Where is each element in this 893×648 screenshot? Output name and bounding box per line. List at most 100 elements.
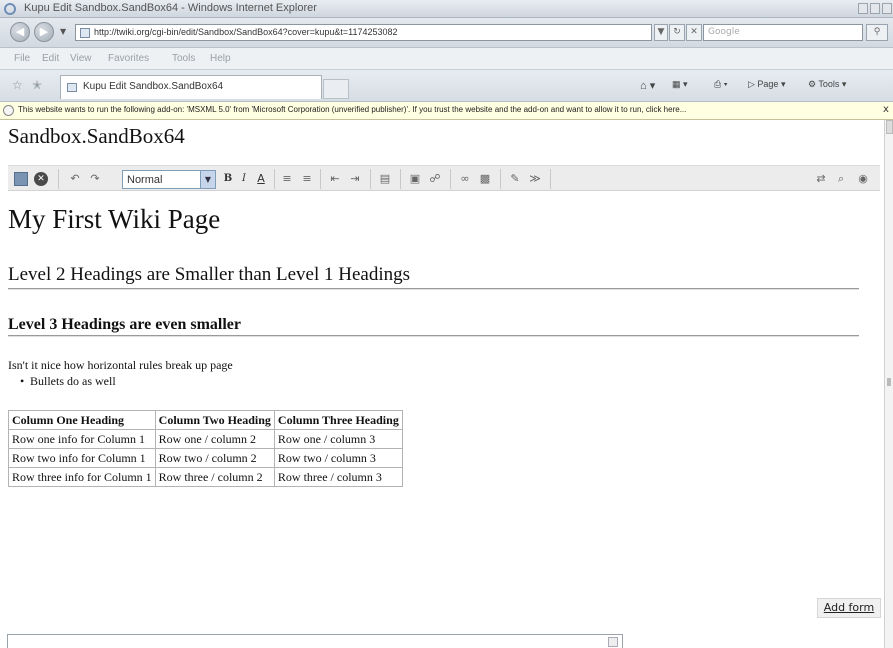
feeds-icon[interactable]: ▦ ▾ [672, 79, 688, 90]
cancel-icon[interactable]: ✕ [34, 172, 48, 186]
zoom-icon[interactable]: ⌕ [834, 172, 848, 186]
close-icon[interactable]: x [883, 104, 889, 115]
editor-area[interactable]: My First Wiki Page Level 2 Headings are … [8, 192, 880, 632]
forward-button[interactable]: ▶ [34, 22, 54, 42]
table-cell[interactable]: Row one info for Column 1 [8, 429, 156, 449]
window-title: Kupu Edit Sandbox.SandBox64 - Windows In… [24, 2, 317, 14]
search-button[interactable]: ⚲ [866, 24, 888, 41]
menu-help[interactable]: Help [210, 53, 231, 64]
column-header[interactable]: Column One Heading [8, 410, 156, 430]
insert-attachment-icon[interactable]: ☍ [428, 172, 442, 186]
insert-wikiword-icon[interactable]: ▩ [478, 172, 492, 186]
horizontal-rule [8, 288, 859, 290]
heading-level-2[interactable]: Level 2 Headings are Smaller than Level … [8, 264, 410, 286]
new-tab-button[interactable] [323, 79, 349, 99]
paragraph-style-value: Normal [127, 174, 163, 186]
add-favorite-icon[interactable]: ✭ [32, 78, 42, 92]
table-cell[interactable]: Row one / column 3 [273, 429, 403, 449]
paragraph-style-select[interactable]: Normal ▼ [122, 170, 216, 189]
information-bar[interactable]: This website wants to run the following … [0, 102, 893, 120]
home-icon[interactable]: ⌂ ▾ [640, 79, 655, 92]
toolbar-separator [370, 169, 371, 189]
tab-page-icon [67, 83, 77, 92]
table-row: Row one info for Column 1 Row one / colu… [8, 429, 403, 449]
field-resize-icon[interactable] [608, 637, 618, 647]
minimize-button[interactable] [858, 3, 868, 14]
scrollbar-thumb[interactable] [887, 378, 891, 386]
toolbar-separator [550, 169, 551, 189]
menu-file[interactable]: File [14, 53, 30, 64]
form-text-field[interactable] [7, 634, 623, 648]
table-cell[interactable]: Row two info for Column 1 [8, 448, 156, 468]
content-table[interactable]: Column One Heading Column Two Heading Co… [8, 410, 403, 487]
table-cell[interactable]: Row two / column 2 [154, 448, 275, 468]
table-row: Row three info for Column 1 Row three / … [8, 467, 403, 487]
numbered-list-icon[interactable]: ≡ [280, 172, 294, 186]
edit-source-icon[interactable]: ✎ [508, 172, 522, 186]
insert-image-icon[interactable]: ▣ [408, 172, 422, 186]
page-menu-button[interactable]: ▷ Page ▾ [748, 79, 785, 90]
search-input[interactable]: Google [703, 24, 863, 41]
stop-button[interactable]: ✕ [686, 24, 702, 41]
table-cell[interactable]: Row three / column 2 [154, 467, 275, 487]
horizontal-rule [8, 335, 859, 337]
address-bar[interactable]: http://twiki.org/cgi-bin/edit/Sandbox/Sa… [75, 24, 652, 41]
print-icon[interactable]: ⎙ ▾ [714, 79, 727, 90]
ie-logo-icon [4, 3, 16, 15]
refresh-button[interactable]: ↻ [669, 24, 685, 41]
undo-icon[interactable]: ↶ [68, 172, 82, 186]
indent-icon[interactable]: ⇥ [348, 172, 362, 186]
page-icon [80, 28, 90, 38]
help-icon[interactable]: ◉ [856, 172, 870, 186]
menu-view[interactable]: View [70, 53, 92, 64]
address-dropdown-button[interactable]: ▼ [654, 24, 668, 41]
insert-link-icon[interactable]: ∞ [458, 172, 472, 186]
bullet-item[interactable]: Bullets do as well [20, 374, 116, 389]
menu-tools[interactable]: Tools [172, 53, 195, 64]
column-header[interactable]: Column Two Heading [154, 410, 275, 430]
table-icon[interactable]: ▤ [378, 172, 392, 186]
maximize-button[interactable] [870, 3, 880, 14]
table-cell[interactable]: Row three info for Column 1 [8, 467, 156, 487]
vertical-scrollbar[interactable] [884, 120, 893, 648]
editor-toolbar: ✕ ↶ ↷ Normal ▼ B I A ≡ ≡ ⇤ ⇥ ▤ ▣ ☍ ∞ ▩ ✎… [8, 165, 880, 191]
table-cell[interactable]: Row two / column 3 [273, 448, 403, 468]
heading-level-3[interactable]: Level 3 Headings are even smaller [8, 316, 241, 334]
history-dropdown-icon[interactable]: ▼ [60, 27, 66, 36]
table-cell[interactable]: Row one / column 2 [154, 429, 275, 449]
toolbar-separator [500, 169, 501, 189]
menu-bar: File Edit View Favorites Tools Help [0, 48, 893, 70]
favorites-star-icon[interactable]: ☆ [12, 78, 23, 92]
chevron-down-icon[interactable]: ▼ [200, 171, 215, 188]
toolbar-separator [58, 169, 59, 189]
italic-button[interactable]: I [237, 172, 251, 186]
bold-button[interactable]: B [221, 172, 235, 186]
toolbar-separator [320, 169, 321, 189]
paragraph-text[interactable]: Isn't it nice how horizontal rules break… [8, 358, 233, 373]
text-color-button[interactable]: A [254, 172, 268, 186]
view-source-icon[interactable]: ⇄ [814, 172, 828, 186]
address-url[interactable]: http://twiki.org/cgi-bin/edit/Sandbox/Sa… [94, 27, 398, 37]
save-icon[interactable] [14, 172, 28, 186]
scroll-up-button[interactable] [886, 120, 893, 134]
redo-icon[interactable]: ↷ [88, 172, 102, 186]
table-cell[interactable]: Row three / column 3 [273, 467, 403, 487]
tools-menu-button[interactable]: ⚙ Tools ▾ [808, 79, 846, 90]
menu-favorites[interactable]: Favorites [108, 53, 149, 64]
heading-level-1[interactable]: My First Wiki Page [8, 204, 220, 235]
navigation-bar: ◀ ▶ ▼ http://twiki.org/cgi-bin/edit/Sand… [0, 18, 893, 48]
remove-format-icon[interactable]: ≫ [528, 172, 542, 186]
outdent-icon[interactable]: ⇤ [328, 172, 342, 186]
menu-edit[interactable]: Edit [42, 53, 59, 64]
close-window-button[interactable] [882, 3, 892, 14]
tab-label: Kupu Edit Sandbox.SandBox64 [83, 81, 224, 92]
back-button[interactable]: ◀ [10, 22, 30, 42]
tab-bar: ☆ ✭ Kupu Edit Sandbox.SandBox64 ⌂ ▾ ▦ ▾ … [0, 70, 893, 102]
information-bar-text[interactable]: This website wants to run the following … [18, 105, 686, 114]
bulleted-list-icon[interactable]: ≡ [300, 172, 314, 186]
tab-kupu-edit[interactable]: Kupu Edit Sandbox.SandBox64 [60, 75, 322, 99]
column-header[interactable]: Column Three Heading [273, 410, 403, 430]
add-form-button[interactable]: Add form [817, 598, 881, 618]
table-header-row: Column One Heading Column Two Heading Co… [8, 410, 403, 430]
page-menu-label: Page [757, 79, 779, 89]
